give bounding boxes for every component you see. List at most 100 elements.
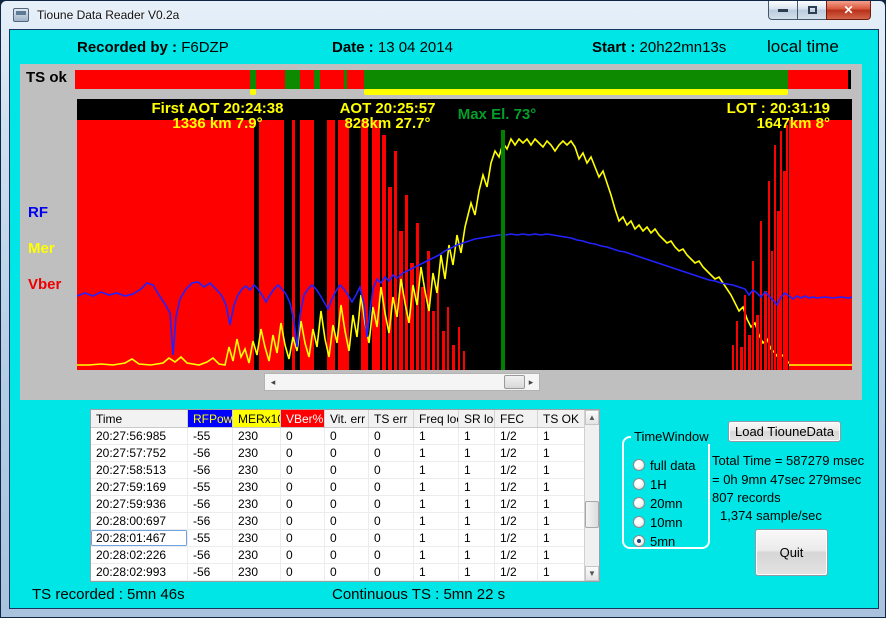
table-cell[interactable]: 1 [414,496,459,512]
table-vertical-scrollbar[interactable]: ▲ ▼ [584,410,599,581]
table-cell[interactable]: 1 [414,479,459,495]
table-cell[interactable]: 230 [233,462,281,478]
table-cell[interactable]: 0 [325,462,369,478]
table-cell[interactable]: 1/2 [495,445,538,461]
table-cell[interactable]: 0 [281,479,325,495]
maximize-button[interactable] [798,1,826,20]
time-window-option-full-data[interactable]: full data [633,458,696,472]
table-cell[interactable]: 230 [233,479,281,495]
time-window-option-5mn[interactable]: 5mn [633,534,675,548]
table-cell[interactable]: 0 [325,445,369,461]
table-row[interactable]: 20:27:58:513-56230000111/21 [91,462,599,479]
table-cell[interactable]: 20:27:58:513 [91,462,188,478]
table-cell[interactable]: 1 [538,428,586,444]
radio-icon[interactable] [633,459,645,471]
table-cell[interactable]: -55 [188,479,233,495]
table-cell[interactable]: 20:27:57:752 [91,445,188,461]
table-cell[interactable]: 1 [414,445,459,461]
table-cell[interactable]: 1 [538,496,586,512]
table-cell[interactable]: 20:28:02:226 [91,547,188,563]
table-cell[interactable]: -56 [188,445,233,461]
close-button[interactable]: ✕ [826,1,871,20]
table-cell[interactable]: -56 [188,564,233,580]
radio-icon[interactable] [633,516,645,528]
table-cell[interactable]: 20:28:02:993 [91,564,188,580]
table-row[interactable]: 20:28:00:697-56230000111/21 [91,513,599,530]
quit-button[interactable]: Quit [755,529,828,576]
table-cell[interactable]: 1 [459,513,495,529]
table-cell[interactable]: 1 [459,547,495,563]
table-cell[interactable]: 0 [325,547,369,563]
table-cell[interactable]: 1 [414,547,459,563]
table-cell[interactable]: 230 [233,445,281,461]
table-row[interactable]: 20:28:02:993-56230000111/21 [91,564,599,581]
table-cell[interactable]: 1/2 [495,428,538,444]
table-cell[interactable]: 1/2 [495,479,538,495]
table-cell[interactable]: 1 [538,564,586,580]
table-cell[interactable]: 1 [538,479,586,495]
table-cell[interactable]: 1 [414,530,459,546]
load-tiounedata-button[interactable]: Load TiouneData [728,421,841,442]
table-cell[interactable]: 1 [414,462,459,478]
table-cell[interactable]: 20:27:59:936 [91,496,188,512]
table-cell[interactable]: 0 [369,479,414,495]
scroll-left-icon[interactable]: ◂ [265,374,281,390]
table-cell[interactable]: 1 [459,496,495,512]
table-row[interactable]: 20:27:59:936-56230000111/21 [91,496,599,513]
table-row[interactable]: 20:27:56:985-55230000111/21 [91,428,599,445]
table-cell[interactable]: 1 [538,445,586,461]
table-cell[interactable]: 1 [414,428,459,444]
table-cell[interactable]: 20:27:59:169 [91,479,188,495]
table-cell[interactable]: 20:27:56:985 [91,428,188,444]
table-cell[interactable]: 1/2 [495,547,538,563]
radio-icon[interactable] [633,497,645,509]
table-cell[interactable]: 1 [538,462,586,478]
table-cell[interactable]: 0 [325,428,369,444]
table-cell[interactable]: 230 [233,530,281,546]
table-cell[interactable]: -55 [188,428,233,444]
chart-horizontal-scrollbar[interactable]: ◂ ▸ [264,373,540,391]
table-cell[interactable]: 0 [281,513,325,529]
table-cell[interactable]: 0 [369,428,414,444]
table-cell[interactable]: 230 [233,513,281,529]
table-cell[interactable]: 0 [325,513,369,529]
table-cell[interactable]: 20:28:00:697 [91,513,188,529]
title-bar[interactable]: Tioune Data Reader V0.2a ✕ [1,1,885,29]
table-cell[interactable]: 20:28:01:467 [91,530,188,546]
table-cell[interactable]: 1 [459,530,495,546]
radio-icon[interactable] [633,478,645,490]
table-row[interactable]: 20:27:59:169-55230000111/21 [91,479,599,496]
table-cell[interactable]: 1 [459,445,495,461]
table-cell[interactable]: 1 [538,513,586,529]
table-cell[interactable]: 1 [414,513,459,529]
table-cell[interactable]: 1/2 [495,496,538,512]
table-cell[interactable]: 0 [281,496,325,512]
table-cell[interactable]: 0 [281,428,325,444]
table-cell[interactable]: 1 [459,564,495,580]
table-cell[interactable]: 1/2 [495,564,538,580]
table-row[interactable]: 20:28:02:226-56230000111/21 [91,547,599,564]
table-cell[interactable]: 0 [369,530,414,546]
table-cell[interactable]: 230 [233,496,281,512]
time-window-option-10mn[interactable]: 10mn [633,515,683,529]
table-cell[interactable]: -55 [188,530,233,546]
table-cell[interactable]: 230 [233,547,281,563]
minimize-button[interactable] [768,1,798,20]
table-cell[interactable]: 0 [325,496,369,512]
scroll-down-icon[interactable]: ▼ [585,566,599,581]
radio-icon[interactable] [633,535,645,547]
table-cell[interactable]: 1 [538,547,586,563]
table-cell[interactable]: 1 [459,428,495,444]
table-cell[interactable]: 0 [281,445,325,461]
scroll-right-icon[interactable]: ▸ [523,374,539,390]
table-cell[interactable]: -56 [188,462,233,478]
table-cell[interactable]: 0 [281,462,325,478]
table-cell[interactable]: -56 [188,496,233,512]
table-cell[interactable]: 0 [369,547,414,563]
table-cell[interactable]: 0 [281,564,325,580]
table-cell[interactable]: 1 [459,479,495,495]
table-cell[interactable]: 0 [369,564,414,580]
time-window-option-20mn[interactable]: 20mn [633,496,683,510]
table-cell[interactable]: 1/2 [495,513,538,529]
table-cell[interactable]: 1 [538,530,586,546]
